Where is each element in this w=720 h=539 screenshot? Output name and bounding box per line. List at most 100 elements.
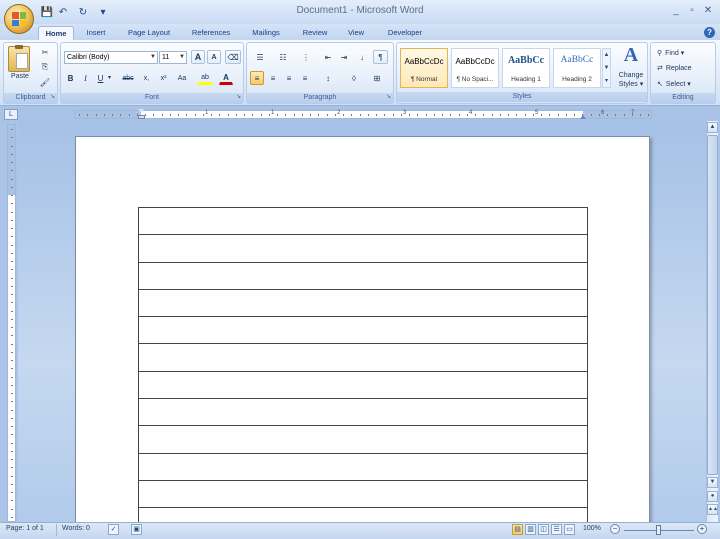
decrease-indent-icon[interactable]: ⇤ (321, 50, 335, 64)
page-count[interactable]: Page: 1 of 1 (6, 525, 44, 532)
grow-font-button[interactable]: A (191, 50, 205, 64)
select-button[interactable]: ↖ Select ▾ (657, 78, 713, 90)
table-row[interactable] (138, 425, 588, 454)
strikethrough-button[interactable]: abc (119, 71, 137, 85)
highlight-color-button[interactable]: ab (197, 71, 213, 85)
change-case-button[interactable]: Aa (173, 71, 191, 85)
table-cell[interactable] (138, 234, 588, 263)
table-row[interactable] (138, 261, 588, 290)
table-row[interactable] (138, 234, 588, 263)
vertical-ruler[interactable] (7, 124, 16, 522)
change-styles-icon[interactable]: A (620, 44, 642, 66)
tab-review[interactable]: Review (296, 26, 334, 40)
style-normal[interactable]: AaBbCcDc ¶ Normal (400, 48, 448, 88)
sort-icon[interactable]: ↓ (355, 50, 369, 64)
table-row[interactable] (138, 370, 588, 400)
minimize-button[interactable]: _ (668, 4, 684, 18)
center-button[interactable]: ≡ (266, 71, 280, 85)
align-right-button[interactable]: ≡ (282, 71, 296, 85)
paste-button[interactable]: Paste (6, 73, 34, 80)
copy-icon[interactable]: ⎘ (38, 60, 52, 74)
tab-page-layout[interactable]: Page Layout (120, 26, 178, 40)
paragraph-launcher-icon[interactable]: ↘ (385, 94, 392, 101)
restore-button[interactable]: ▫ (684, 4, 700, 18)
table-cell[interactable] (138, 425, 588, 454)
select-browse-object-icon[interactable]: ● (707, 491, 718, 502)
vertical-scrollbar[interactable]: ▲ ▼ ● ▲▲ (706, 121, 718, 522)
clipboard-launcher-icon[interactable]: ↘ (49, 94, 56, 101)
underline-button[interactable]: U (94, 71, 107, 85)
align-left-button[interactable]: ≡ (250, 71, 264, 85)
draft-view-icon[interactable]: ▭ (564, 524, 575, 535)
close-button[interactable]: ✕ (700, 4, 716, 18)
proofing-icon[interactable]: ✓ (108, 524, 119, 535)
table-cell[interactable] (138, 316, 588, 345)
full-screen-reading-icon[interactable]: ▥ (525, 524, 536, 535)
zoom-out-button[interactable]: − (610, 524, 620, 534)
table-row[interactable] (138, 316, 588, 345)
tab-mailings[interactable]: Mailings (244, 26, 288, 40)
font-size-combo[interactable]: 11 ▼ (159, 51, 187, 64)
font-name-combo[interactable]: Calibri (Body) ▼ (64, 51, 158, 64)
tab-view[interactable]: View (340, 26, 372, 40)
document-table[interactable] (138, 206, 588, 536)
table-cell[interactable] (138, 452, 588, 481)
table-cell[interactable] (138, 370, 588, 400)
increase-indent-icon[interactable]: ⇥ (337, 50, 351, 64)
table-cell[interactable] (138, 343, 588, 372)
borders-icon[interactable]: ⊞ (367, 71, 387, 85)
tab-insert[interactable]: Insert (78, 26, 114, 40)
right-indent-marker-icon[interactable] (580, 115, 586, 119)
table-cell[interactable] (138, 398, 588, 427)
change-styles-button[interactable]: Change Styles ▾ (612, 71, 650, 89)
tab-home[interactable]: Home (38, 26, 74, 40)
shrink-font-button[interactable]: A (207, 50, 221, 64)
indent-marker-icon[interactable] (138, 109, 145, 120)
style-no-spacing[interactable]: AaBbCcDc ¶ No Spaci... (451, 48, 499, 88)
zoom-slider-thumb[interactable] (656, 525, 661, 535)
horizontal-ruler[interactable]: 1 1 2 3 4 5 6 7 (74, 109, 652, 120)
scroll-up-icon[interactable]: ▲ (707, 122, 718, 133)
print-layout-view-icon[interactable]: ▤ (512, 524, 523, 535)
style-heading-2[interactable]: AaBbCc Heading 2 (553, 48, 601, 88)
macro-record-icon[interactable]: ▣ (131, 524, 142, 535)
clear-formatting-icon[interactable]: ⌫ (225, 50, 241, 64)
replace-button[interactable]: ⇄ Replace (657, 62, 713, 74)
font-color-button[interactable]: A (219, 71, 233, 85)
paste-icon[interactable] (8, 45, 30, 72)
superscript-button[interactable]: x² (156, 71, 171, 85)
table-row[interactable] (138, 452, 588, 481)
table-row[interactable] (138, 206, 588, 236)
find-button[interactable]: ⚲ Find ▾ (657, 47, 713, 59)
multilevel-list-icon[interactable]: ⋮ (296, 50, 316, 64)
table-cell[interactable] (138, 206, 588, 236)
table-cell[interactable] (138, 261, 588, 290)
font-launcher-icon[interactable]: ↘ (235, 94, 242, 101)
show-marks-button[interactable]: ¶ (373, 50, 388, 64)
zoom-level[interactable]: 100% (583, 525, 601, 532)
zoom-in-button[interactable]: + (697, 524, 707, 534)
table-row[interactable] (138, 398, 588, 427)
table-row[interactable] (138, 288, 588, 318)
tab-selector-button[interactable]: L (4, 109, 18, 120)
format-painter-icon[interactable]: 🖌 (38, 75, 52, 89)
subscript-button[interactable]: x, (139, 71, 154, 85)
scroll-down-icon[interactable]: ▼ (707, 477, 718, 488)
help-icon[interactable]: ? (704, 27, 715, 38)
previous-page-icon[interactable]: ▲▲ (707, 504, 718, 515)
style-heading-1[interactable]: AaBbCc Heading 1 (502, 48, 550, 88)
tab-developer[interactable]: Developer (380, 26, 430, 40)
line-spacing-icon[interactable]: ↕ (319, 71, 337, 85)
web-layout-icon[interactable]: ◫ (538, 524, 549, 535)
document-page[interactable] (75, 136, 650, 536)
table-cell[interactable] (138, 479, 588, 509)
italic-button[interactable]: I (79, 71, 92, 85)
table-row[interactable] (138, 343, 588, 372)
bullets-icon[interactable]: ☰ (250, 50, 270, 64)
word-count[interactable]: Words: 0 (62, 525, 90, 532)
outline-view-icon[interactable]: ☰ (551, 524, 562, 535)
table-cell[interactable] (138, 288, 588, 318)
justify-button[interactable]: ≡ (298, 71, 312, 85)
bold-button[interactable]: B (64, 71, 77, 85)
underline-dropdown-icon[interactable]: ▾ (108, 74, 111, 81)
